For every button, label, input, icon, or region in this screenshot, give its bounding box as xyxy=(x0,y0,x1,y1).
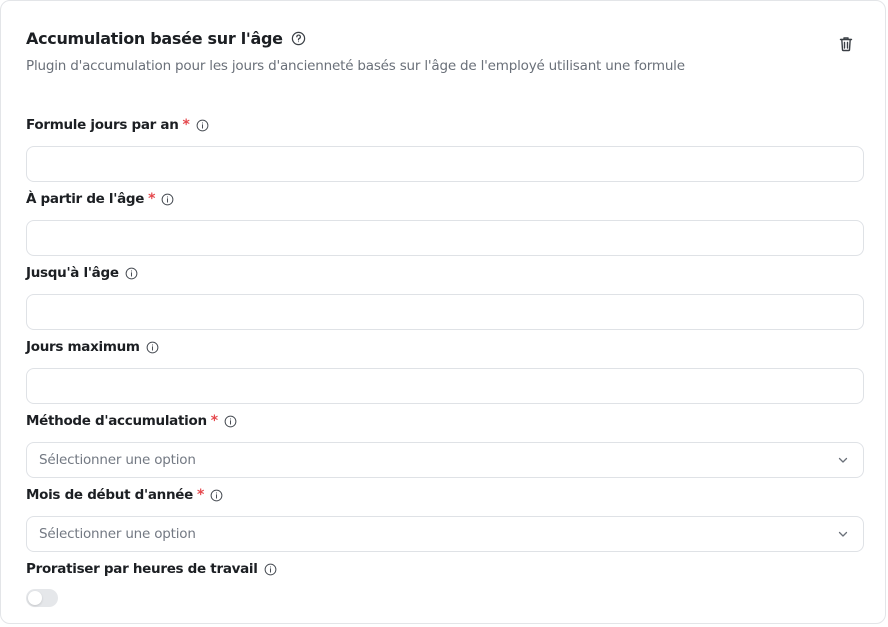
accrual-plugin-card: Accumulation basée sur l'âge Plugin d'ac… xyxy=(0,0,886,624)
info-icon[interactable] xyxy=(224,415,237,428)
max-days-input[interactable] xyxy=(26,368,864,404)
field-start-month: Mois de début d'année * Sélectionner une… xyxy=(26,486,864,552)
start-month-select[interactable]: Sélectionner une option xyxy=(26,516,864,552)
field-label: Mois de début d'année xyxy=(26,487,193,503)
field-label: Jusqu'à l'âge xyxy=(26,265,119,281)
card-title: Accumulation basée sur l'âge xyxy=(26,29,283,48)
select-value: Sélectionner une option xyxy=(39,452,196,468)
to-age-input[interactable] xyxy=(26,294,864,330)
field-method: Méthode d'accumulation * Sélectionner un… xyxy=(26,412,864,478)
info-icon[interactable] xyxy=(125,267,138,280)
question-circle-icon[interactable] xyxy=(291,31,306,46)
info-icon[interactable] xyxy=(161,193,174,206)
field-label: Formule jours par an xyxy=(26,117,179,133)
field-formula: Formule jours par an * xyxy=(26,116,864,182)
chevron-down-icon xyxy=(837,528,849,540)
card-subtitle: Plugin d'accumulation pour les jours d'a… xyxy=(26,58,685,74)
toggle-knob xyxy=(28,591,42,605)
required-mark: * xyxy=(196,487,205,503)
info-icon[interactable] xyxy=(196,119,209,132)
required-mark: * xyxy=(182,117,190,133)
field-label: Proratiser par heures de travail xyxy=(26,561,258,577)
prorate-toggle[interactable] xyxy=(26,589,58,607)
formula-input[interactable] xyxy=(26,146,864,182)
field-prorate: Proratiser par heures de travail xyxy=(26,560,864,607)
info-icon[interactable] xyxy=(210,489,223,502)
field-label: Jours maximum xyxy=(26,339,140,355)
title-row: Accumulation basée sur l'âge xyxy=(26,29,306,48)
field-max-days: Jours maximum xyxy=(26,338,864,404)
trash-icon[interactable] xyxy=(837,35,855,53)
method-select[interactable]: Sélectionner une option xyxy=(26,442,864,478)
info-icon[interactable] xyxy=(264,563,277,576)
info-icon[interactable] xyxy=(146,341,159,354)
required-mark: * xyxy=(148,191,156,207)
field-label: Méthode d'accumulation xyxy=(26,413,207,429)
select-value: Sélectionner une option xyxy=(39,526,196,542)
field-label: À partir de l'âge xyxy=(26,191,145,207)
field-from-age: À partir de l'âge * xyxy=(26,190,864,256)
chevron-down-icon xyxy=(837,454,849,466)
required-mark: * xyxy=(210,413,219,429)
from-age-input[interactable] xyxy=(26,220,864,256)
field-to-age: Jusqu'à l'âge xyxy=(26,264,864,330)
